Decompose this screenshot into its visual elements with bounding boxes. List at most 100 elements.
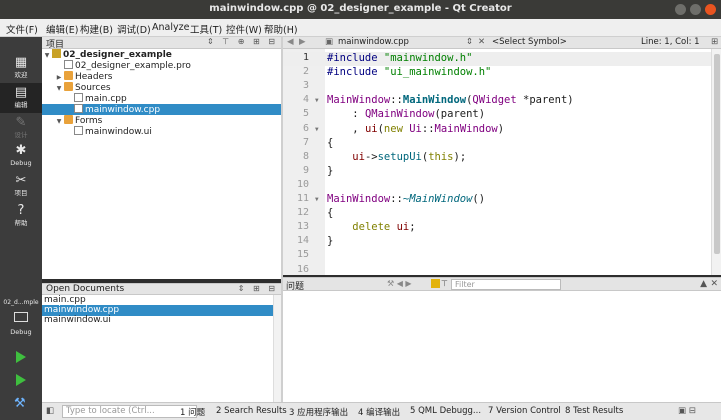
- output-pane-issues[interactable]: 1 问题: [180, 406, 205, 418]
- tree-item-headers[interactable]: ▶ Headers: [42, 71, 282, 82]
- kit-build-config: Debug: [10, 328, 32, 336]
- tree-item-sources[interactable]: ▼ Sources: [42, 82, 282, 93]
- code-editor[interactable]: 1 #include "mainwindow.h" 2 #include "ui_ma…: [283, 49, 721, 275]
- menu-tools[interactable]: 工具(T): [190, 22, 222, 36]
- line-number[interactable]: 14: [283, 235, 309, 246]
- minimize-button[interactable]: [675, 4, 686, 15]
- menu-edit[interactable]: 编辑(E): [46, 22, 78, 36]
- fold-marker-icon[interactable]: ▼: [315, 126, 319, 133]
- mode-welcome[interactable]: ▦ 欢迎: [0, 53, 42, 83]
- welcome-grid-icon: ▦: [14, 55, 28, 70]
- line-number[interactable]: 1: [283, 52, 309, 63]
- build-button[interactable]: ⚒: [14, 396, 28, 411]
- nav-arrows-icon[interactable]: ⚒ ◀ ▶: [387, 279, 412, 288]
- filter-icon[interactable]: ⊤: [441, 279, 448, 288]
- ui-file-icon: [74, 126, 83, 135]
- mode-selector: ▦ 欢迎 ▤ 编辑 ✎ 设计 ✱ Debug ✂ 项目 ? 帮助 02_d...…: [0, 37, 42, 420]
- line-number[interactable]: 10: [283, 179, 309, 190]
- cpp-file-icon: [74, 104, 83, 113]
- debug-run-icon: [16, 374, 26, 386]
- line-number[interactable]: 3: [283, 80, 309, 91]
- line-number[interactable]: 15: [283, 249, 309, 260]
- output-pane-qml-debug[interactable]: 5 QML Debugg...: [410, 406, 481, 416]
- menu-debug[interactable]: 调试(D): [117, 22, 151, 36]
- maximize-pane-icon[interactable]: ▲: [700, 279, 707, 289]
- line-number[interactable]: 9: [283, 165, 309, 176]
- window-titlebar: mainwindow.cpp @ 02_designer_example - Q…: [0, 0, 721, 19]
- kit-selector[interactable]: 02_d...mple Debug: [0, 296, 42, 376]
- dropdown-icon[interactable]: ⇕: [466, 37, 473, 47]
- line-number[interactable]: 4: [283, 94, 309, 105]
- menu-widgets[interactable]: 控件(W): [226, 22, 262, 36]
- kit-name: 02_d...mple: [3, 299, 39, 306]
- tree-item-mainwindow-ui[interactable]: mainwindow.ui: [42, 126, 282, 137]
- output-pane-compile[interactable]: 4 编译输出: [358, 406, 400, 418]
- fold-marker-icon[interactable]: ▼: [315, 196, 319, 203]
- current-file[interactable]: mainwindow.cpp: [338, 37, 409, 47]
- line-number[interactable]: 7: [283, 137, 309, 148]
- cpp-file-icon: [74, 93, 83, 102]
- line-number[interactable]: 6: [283, 123, 309, 134]
- warning-filter-icon[interactable]: [431, 279, 440, 288]
- line-number[interactable]: 2: [283, 66, 309, 77]
- fold-marker-icon[interactable]: ▼: [315, 97, 319, 104]
- code-line: {: [327, 136, 334, 149]
- mode-projects[interactable]: ✂ 项目: [0, 171, 42, 201]
- close-document-icon[interactable]: ✕: [478, 37, 485, 47]
- nav-forward-icon[interactable]: ▶: [299, 37, 306, 47]
- close-button[interactable]: [705, 4, 716, 15]
- toggle-sidebar-icon[interactable]: ◧: [46, 406, 54, 416]
- pane-tools[interactable]: ⇕ ⊤ ⊕ ⊞ ⊟: [207, 37, 278, 46]
- close-pane-icon[interactable]: ✕: [710, 279, 718, 289]
- cursor-position[interactable]: Line: 1, Col: 1: [641, 37, 700, 47]
- progress-toggle-icon[interactable]: ▣ ⊟: [678, 406, 696, 416]
- line-number[interactable]: 11: [283, 193, 309, 204]
- mode-debug[interactable]: ✱ Debug: [0, 141, 42, 171]
- mode-help[interactable]: ? 帮助: [0, 201, 42, 231]
- menu-build[interactable]: 构建(B): [80, 22, 113, 36]
- line-number[interactable]: 8: [283, 151, 309, 162]
- debug-run-button[interactable]: [14, 373, 28, 387]
- issues-pane-header: 问题 ⚒ ◀ ▶ ⊤ Filter ▲ ✕: [283, 277, 721, 292]
- line-number[interactable]: 12: [283, 207, 309, 218]
- tree-item-forms[interactable]: ▼ Forms: [42, 115, 282, 126]
- output-pane-search[interactable]: 2 Search Results: [216, 406, 287, 416]
- mode-label: 帮助: [14, 219, 28, 227]
- project-icon: [52, 49, 61, 58]
- code-line: , ui(new Ui::MainWindow): [327, 122, 505, 135]
- tree-item-mainwindow-cpp[interactable]: mainwindow.cpp: [42, 104, 282, 115]
- line-number[interactable]: 13: [283, 221, 309, 232]
- menu-file[interactable]: 文件(F): [6, 22, 38, 36]
- nav-back-icon[interactable]: ◀: [287, 37, 294, 47]
- tree-item-pro[interactable]: 02_designer_example.pro: [42, 60, 282, 71]
- open-doc-item[interactable]: mainwindow.ui: [42, 315, 282, 326]
- tree-item-main-cpp[interactable]: main.cpp: [42, 93, 282, 104]
- pane-tools[interactable]: ⇕ ⊞ ⊟: [238, 284, 278, 293]
- issues-filter-input[interactable]: Filter: [451, 279, 561, 290]
- code-line: #include "ui_mainwindow.h": [327, 66, 492, 79]
- mode-edit[interactable]: ▤ 编辑: [0, 83, 42, 113]
- menu-analyze[interactable]: Analyze: [152, 22, 189, 33]
- line-number[interactable]: 5: [283, 108, 309, 119]
- output-pane-vcs[interactable]: 7 Version Control: [488, 406, 561, 416]
- open-documents-scrollbar[interactable]: [273, 295, 281, 402]
- editor-scrollbar[interactable]: [711, 49, 721, 275]
- code-line: MainWindow::MainWindow(QWidget *parent): [327, 94, 574, 107]
- symbol-selector[interactable]: <Select Symbol>: [492, 37, 567, 47]
- run-button[interactable]: [14, 350, 28, 364]
- line-number[interactable]: 16: [283, 264, 309, 275]
- open-documents-title: Open Documents: [46, 284, 125, 294]
- scrollbar-thumb[interactable]: [714, 54, 720, 254]
- mode-label: 项目: [14, 189, 28, 197]
- output-pane-tests[interactable]: 8 Test Results: [565, 406, 623, 416]
- maximize-button[interactable]: [690, 4, 701, 15]
- menu-help[interactable]: 帮助(H): [264, 22, 298, 36]
- code-line: delete ui;: [352, 221, 416, 234]
- tree-item-project[interactable]: ▼ 02_designer_example: [42, 49, 282, 60]
- tree-item-label: Sources: [75, 83, 111, 93]
- code-line: #include "mainwindow.h": [327, 52, 473, 64]
- split-icon[interactable]: ⊞: [711, 37, 718, 47]
- mode-design[interactable]: ✎ 设计: [0, 113, 42, 143]
- output-pane-app-output[interactable]: 3 应用程序输出: [289, 406, 348, 418]
- locator-input[interactable]: Type to locate (Ctrl...: [62, 405, 197, 418]
